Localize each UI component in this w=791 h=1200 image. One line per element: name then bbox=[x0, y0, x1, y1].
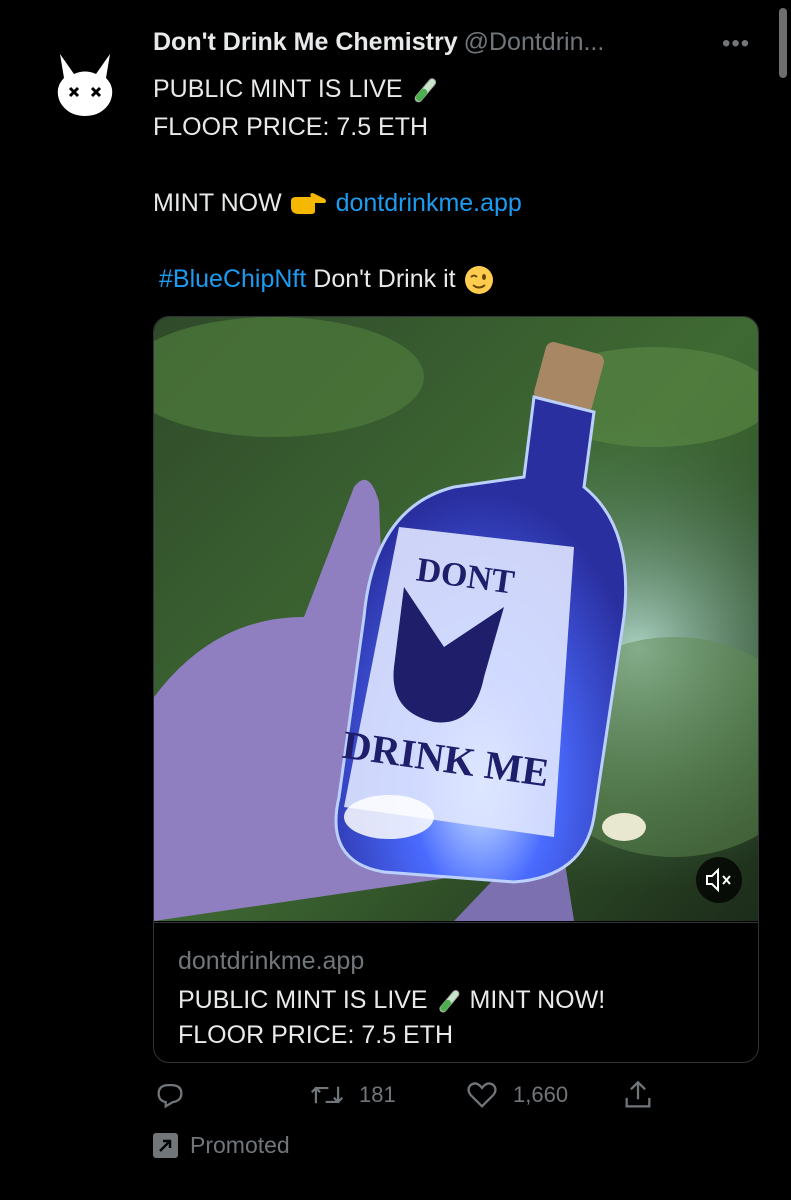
retweet-count: 181 bbox=[359, 1082, 396, 1107]
heart-icon bbox=[467, 1082, 497, 1108]
scrollbar-thumb[interactable] bbox=[779, 8, 787, 78]
card-domain: dontdrinkme.app bbox=[178, 947, 365, 975]
promoted-text: Promoted bbox=[190, 1132, 290, 1158]
share-icon bbox=[625, 1080, 651, 1108]
promoted-label[interactable]: Promoted bbox=[153, 1132, 290, 1159]
card-title-line-2: FLOOR PRICE: 7.5 ETH bbox=[178, 1021, 454, 1049]
tweet-line-2: FLOOR PRICE: 7.5 ETH bbox=[153, 113, 429, 141]
bunny-logo-icon bbox=[57, 54, 113, 116]
mute-button[interactable] bbox=[696, 857, 742, 903]
more-options-button[interactable]: ••• bbox=[722, 30, 750, 58]
share-button[interactable] bbox=[621, 1078, 655, 1112]
speaker-muted-icon bbox=[706, 867, 731, 893]
tweet-text-mint-now: MINT NOW bbox=[153, 189, 282, 217]
retweet-button[interactable]: 181 bbox=[309, 1078, 396, 1112]
tweet-line-3: MINT NOW dontdrinkme.app bbox=[153, 184, 753, 222]
hashtag-link[interactable]: #BlueChipNft bbox=[159, 265, 306, 293]
test-tube-icon bbox=[438, 990, 459, 1013]
tweet-line-blank-2 bbox=[153, 222, 753, 260]
reply-icon bbox=[157, 1083, 183, 1109]
tweet-line-blank-1 bbox=[153, 146, 753, 184]
card-title-line-1: PUBLIC MINT IS LIVE bbox=[178, 986, 428, 1014]
tweet-link[interactable]: dontdrinkme.app bbox=[336, 189, 522, 217]
retweet-icon bbox=[310, 1086, 344, 1104]
card-title-mint-now: MINT NOW! bbox=[469, 986, 606, 1014]
test-tube-icon bbox=[414, 78, 436, 103]
video-media[interactable]: DONT DRINK ME bbox=[154, 317, 758, 921]
avatar[interactable] bbox=[52, 52, 118, 118]
link-card[interactable]: DONT DRINK ME dontdrinkme.app PUBLIC MIN… bbox=[153, 316, 759, 1063]
tweet-text: PUBLIC MINT IS LIVE FLOOR PRICE: 7.5 ETH… bbox=[153, 70, 753, 298]
card-footer[interactable]: dontdrinkme.app PUBLIC MINT IS LIVE MINT… bbox=[154, 922, 758, 1062]
card-title: PUBLIC MINT IS LIVE MINT NOW! FLOOR PRIC… bbox=[178, 983, 738, 1053]
tweet-header: Don't Drink Me Chemistry @Dontdrin... bbox=[153, 28, 753, 62]
promoted-arrow-icon bbox=[153, 1133, 178, 1158]
author-handle[interactable]: @Dontdrin... bbox=[464, 28, 605, 56]
tweet-line-4: #BlueChipNft Don't Drink it bbox=[153, 260, 753, 298]
tweet-line-1: PUBLIC MINT IS LIVE bbox=[153, 70, 753, 108]
like-count: 1,660 bbox=[513, 1082, 569, 1107]
winking-face-icon bbox=[464, 266, 493, 295]
tweet-text-dont-drink: Don't Drink it bbox=[313, 265, 456, 293]
like-button[interactable]: 1,660 bbox=[465, 1078, 568, 1112]
pointing-right-icon bbox=[290, 193, 326, 215]
reply-button[interactable] bbox=[153, 1078, 187, 1112]
bottle-video-frame: DONT DRINK ME bbox=[154, 317, 758, 921]
tweet-actions: 181 1,660 bbox=[153, 1078, 753, 1118]
tweet-text-mint-live: PUBLIC MINT IS LIVE bbox=[153, 75, 403, 103]
author-name[interactable]: Don't Drink Me Chemistry bbox=[153, 28, 458, 56]
